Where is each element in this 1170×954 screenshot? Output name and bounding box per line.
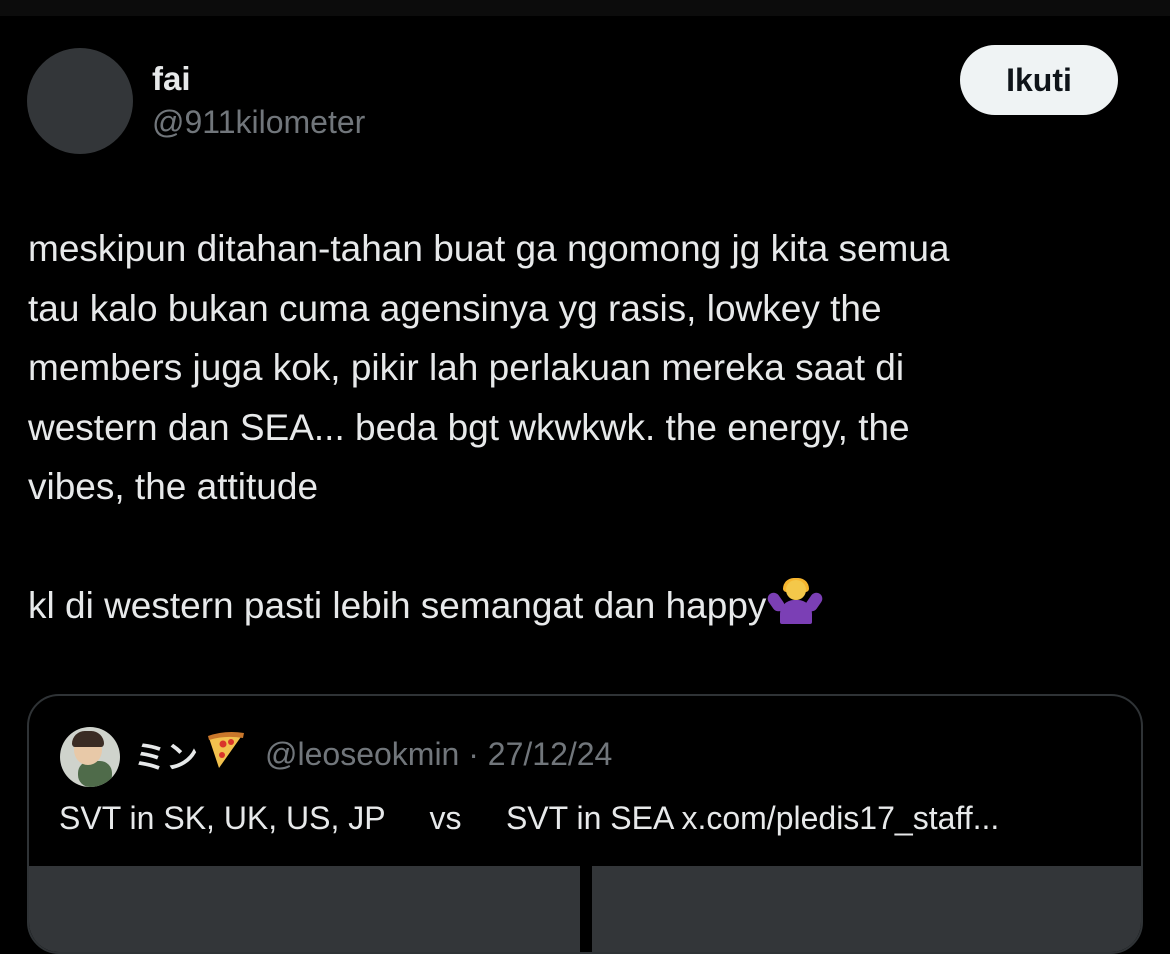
author-handle[interactable]: @911kilometer: [152, 104, 365, 141]
tweet-body: meskipun ditahan-tahan buat ga ngomong j…: [28, 219, 1138, 636]
follow-button[interactable]: Ikuti: [960, 45, 1118, 115]
tweet-line: vibes, the attitude: [28, 466, 319, 507]
tweet-line: kl di western pasti lebih semangat dan h…: [28, 585, 767, 626]
quoted-handle-date: @leoseokmin · 27/12/24: [265, 736, 613, 772]
quoted-media-left[interactable]: [29, 866, 580, 952]
tweet-line: western dan SEA... beda bgt wkwkwk. the …: [28, 406, 910, 448]
tweet-line: members juga kok, pikir lah perlakuan me…: [28, 347, 905, 388]
tweet-last-line: kl di western pasti lebih semangat dan h…: [28, 576, 1138, 636]
quoted-author-avatar: [60, 727, 120, 787]
author-avatar[interactable]: [27, 48, 133, 154]
author-display-name[interactable]: fai: [152, 60, 191, 98]
quoted-tweet-text: SVT in SK, UK, US, JP vs SVT in SEA x.co…: [59, 800, 1000, 836]
quoted-media-right[interactable]: [592, 866, 1141, 952]
person-shrugging-icon: [765, 578, 826, 624]
status-strip: [0, 0, 1170, 16]
quoted-tweet-card[interactable]: ミン @leoseokmin · 27/12/24 SVT in SK, UK,…: [27, 694, 1143, 954]
tweet-line: meskipun ditahan-tahan buat ga ngomong j…: [28, 228, 950, 269]
tweet-line: tau kalo bukan cuma agensinya yg rasis, …: [28, 287, 882, 329]
quoted-author-display-name: ミン: [134, 738, 199, 776]
pizza-icon: [208, 732, 244, 768]
